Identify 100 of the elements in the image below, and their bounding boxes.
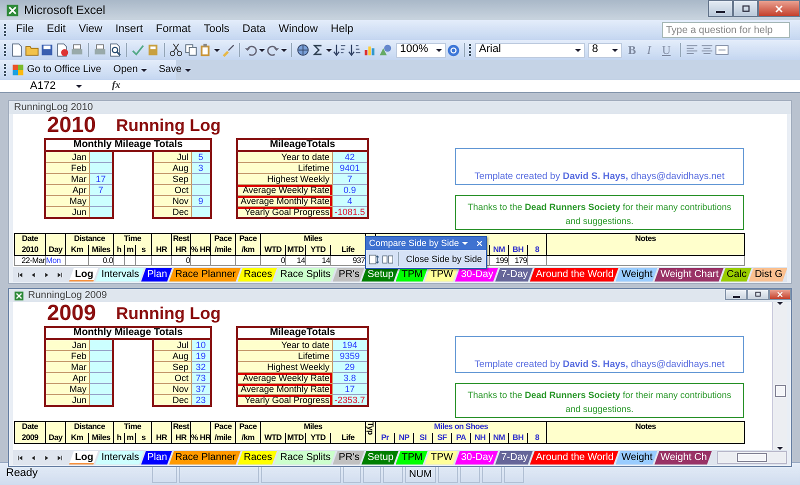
folder-icon[interactable] [25,43,39,57]
status-pane [343,466,361,482]
sheet-tab[interactable]: Weight [616,450,658,464]
menu-item[interactable]: Window [272,23,324,37]
sheet-tab[interactable]: Calc [720,268,752,282]
scissors-icon[interactable] [169,43,183,57]
caret-icon[interactable] [184,68,191,72]
caret-icon[interactable] [326,48,332,52]
menu-item[interactable]: Tools [198,23,236,37]
vertical-scrollbar[interactable] [772,302,787,450]
caret-icon[interactable] [612,48,618,52]
menu-item[interactable]: Format [150,23,197,37]
document-lock-icon[interactable] [55,43,69,57]
scroll-thumb[interactable] [737,453,767,462]
menu-item[interactable]: Insert [109,23,149,37]
sheet-tab[interactable]: 7-Day [495,268,533,282]
sheet-tab[interactable]: Around the World [530,268,619,282]
caret-icon[interactable] [259,48,265,52]
sheet-tab[interactable]: Races [238,268,278,282]
sheet-tab[interactable]: Log [69,450,98,464]
align-center-icon[interactable] [700,43,714,57]
sheet-tab[interactable]: Setup [361,450,399,464]
sheet-tab[interactable]: Log [69,268,98,282]
scroll-thumb[interactable] [774,385,786,397]
next-sheet-icon[interactable] [43,270,50,278]
office-live-button[interactable]: Go to Office Live [9,64,104,76]
last-sheet-icon[interactable] [56,454,63,462]
month-label: Mar [45,174,89,184]
scroll-arrow-icon[interactable] [777,302,783,305]
side-by-side-windows-icon[interactable] [382,252,394,266]
caret-icon[interactable] [140,68,147,72]
caret-icon[interactable] [575,48,581,52]
maximize-button[interactable] [733,0,758,17]
sheet-tab[interactable]: Race Splits [274,268,336,282]
close-icon[interactable] [475,239,484,248]
caret-icon[interactable] [281,48,287,52]
menu-item[interactable]: Data [236,23,272,37]
sheet-tab[interactable]: TPW [424,450,458,464]
sheet-tab[interactable]: Weight [616,268,658,282]
caret-icon[interactable] [214,48,220,52]
font-size-dropdown[interactable]: 8 [588,42,622,58]
menu-button[interactable]: Save [156,64,194,76]
next-sheet-icon[interactable] [43,454,50,462]
merge-cells-icon[interactable] [714,43,729,57]
minimize-button[interactable] [708,0,733,17]
zoom-dropdown[interactable]: 100% [396,42,446,58]
sheet-tab[interactable]: PR's [332,450,364,464]
document-icon[interactable] [10,43,24,57]
undo-icon[interactable] [244,43,258,57]
sheet-tab[interactable]: PR's [332,268,364,282]
sheet-tab[interactable]: Around the World [530,450,619,464]
sheet-tab[interactable]: Races [238,450,278,464]
sheet-tab[interactable]: 7-Day [495,450,533,464]
sheet-tab[interactable]: Weight Ch [654,450,712,464]
close-side-by-side-button[interactable]: Close Side by Side [404,254,484,264]
help-search-field[interactable]: Type a question for help [662,22,790,38]
horizontal-scrollbar[interactable] [717,451,787,464]
sheet-tab[interactable]: TPM [396,450,428,464]
font-dropdown[interactable]: Arial [475,42,585,58]
sheet-tab[interactable]: Dist G [748,268,787,282]
close-button[interactable] [769,289,791,300]
last-sheet-icon[interactable] [56,270,63,278]
synchronous-scrolling-icon[interactable] [368,252,380,266]
caret-icon[interactable] [76,84,82,88]
brush-icon[interactable] [221,43,235,57]
sheet-tab[interactable]: Weight Chart [654,268,724,282]
sheet-tab[interactable]: Race Splits [274,450,336,464]
previous-sheet-icon[interactable] [30,454,37,462]
minimize-button[interactable] [725,289,747,300]
check-mark-icon[interactable] [131,43,145,57]
function-label[interactable]: fx [112,80,120,92]
first-sheet-icon[interactable] [17,454,24,462]
sheet-tab[interactable]: Intervals [95,450,144,464]
printer-icon[interactable] [93,43,107,57]
sheet-tab[interactable]: Intervals [95,268,144,282]
sheet-tab[interactable]: Race Planner [169,268,241,282]
align-left-icon[interactable] [684,43,699,57]
name-box[interactable]: A172 [0,80,76,92]
sort-descending-icon[interactable] [348,43,362,57]
menu-item[interactable]: Help [324,23,360,37]
print-preview-icon[interactable] [108,43,122,57]
shapes-icon[interactable] [378,43,392,57]
sheet-tab[interactable]: Plan [141,450,172,464]
help-icon[interactable] [447,44,460,56]
menu-button[interactable]: Open [110,64,150,76]
close-button[interactable] [758,0,800,17]
sheet-tab[interactable]: Plan [141,268,172,282]
menu-item[interactable]: File [10,23,40,37]
globe-icon[interactable] [296,43,310,57]
sheet-tab[interactable]: Race Planner [169,450,241,464]
maximize-button[interactable] [747,289,769,300]
caret-icon[interactable] [436,48,442,52]
menu-item[interactable]: Edit [40,23,72,37]
first-sheet-icon[interactable] [17,270,24,278]
copy-icon[interactable] [184,43,198,57]
sort-ascending-icon[interactable] [333,43,347,57]
menu-item[interactable]: View [72,23,108,37]
redo-icon[interactable] [266,43,280,57]
previous-sheet-icon[interactable] [30,270,37,278]
printer-icon[interactable] [70,43,84,57]
